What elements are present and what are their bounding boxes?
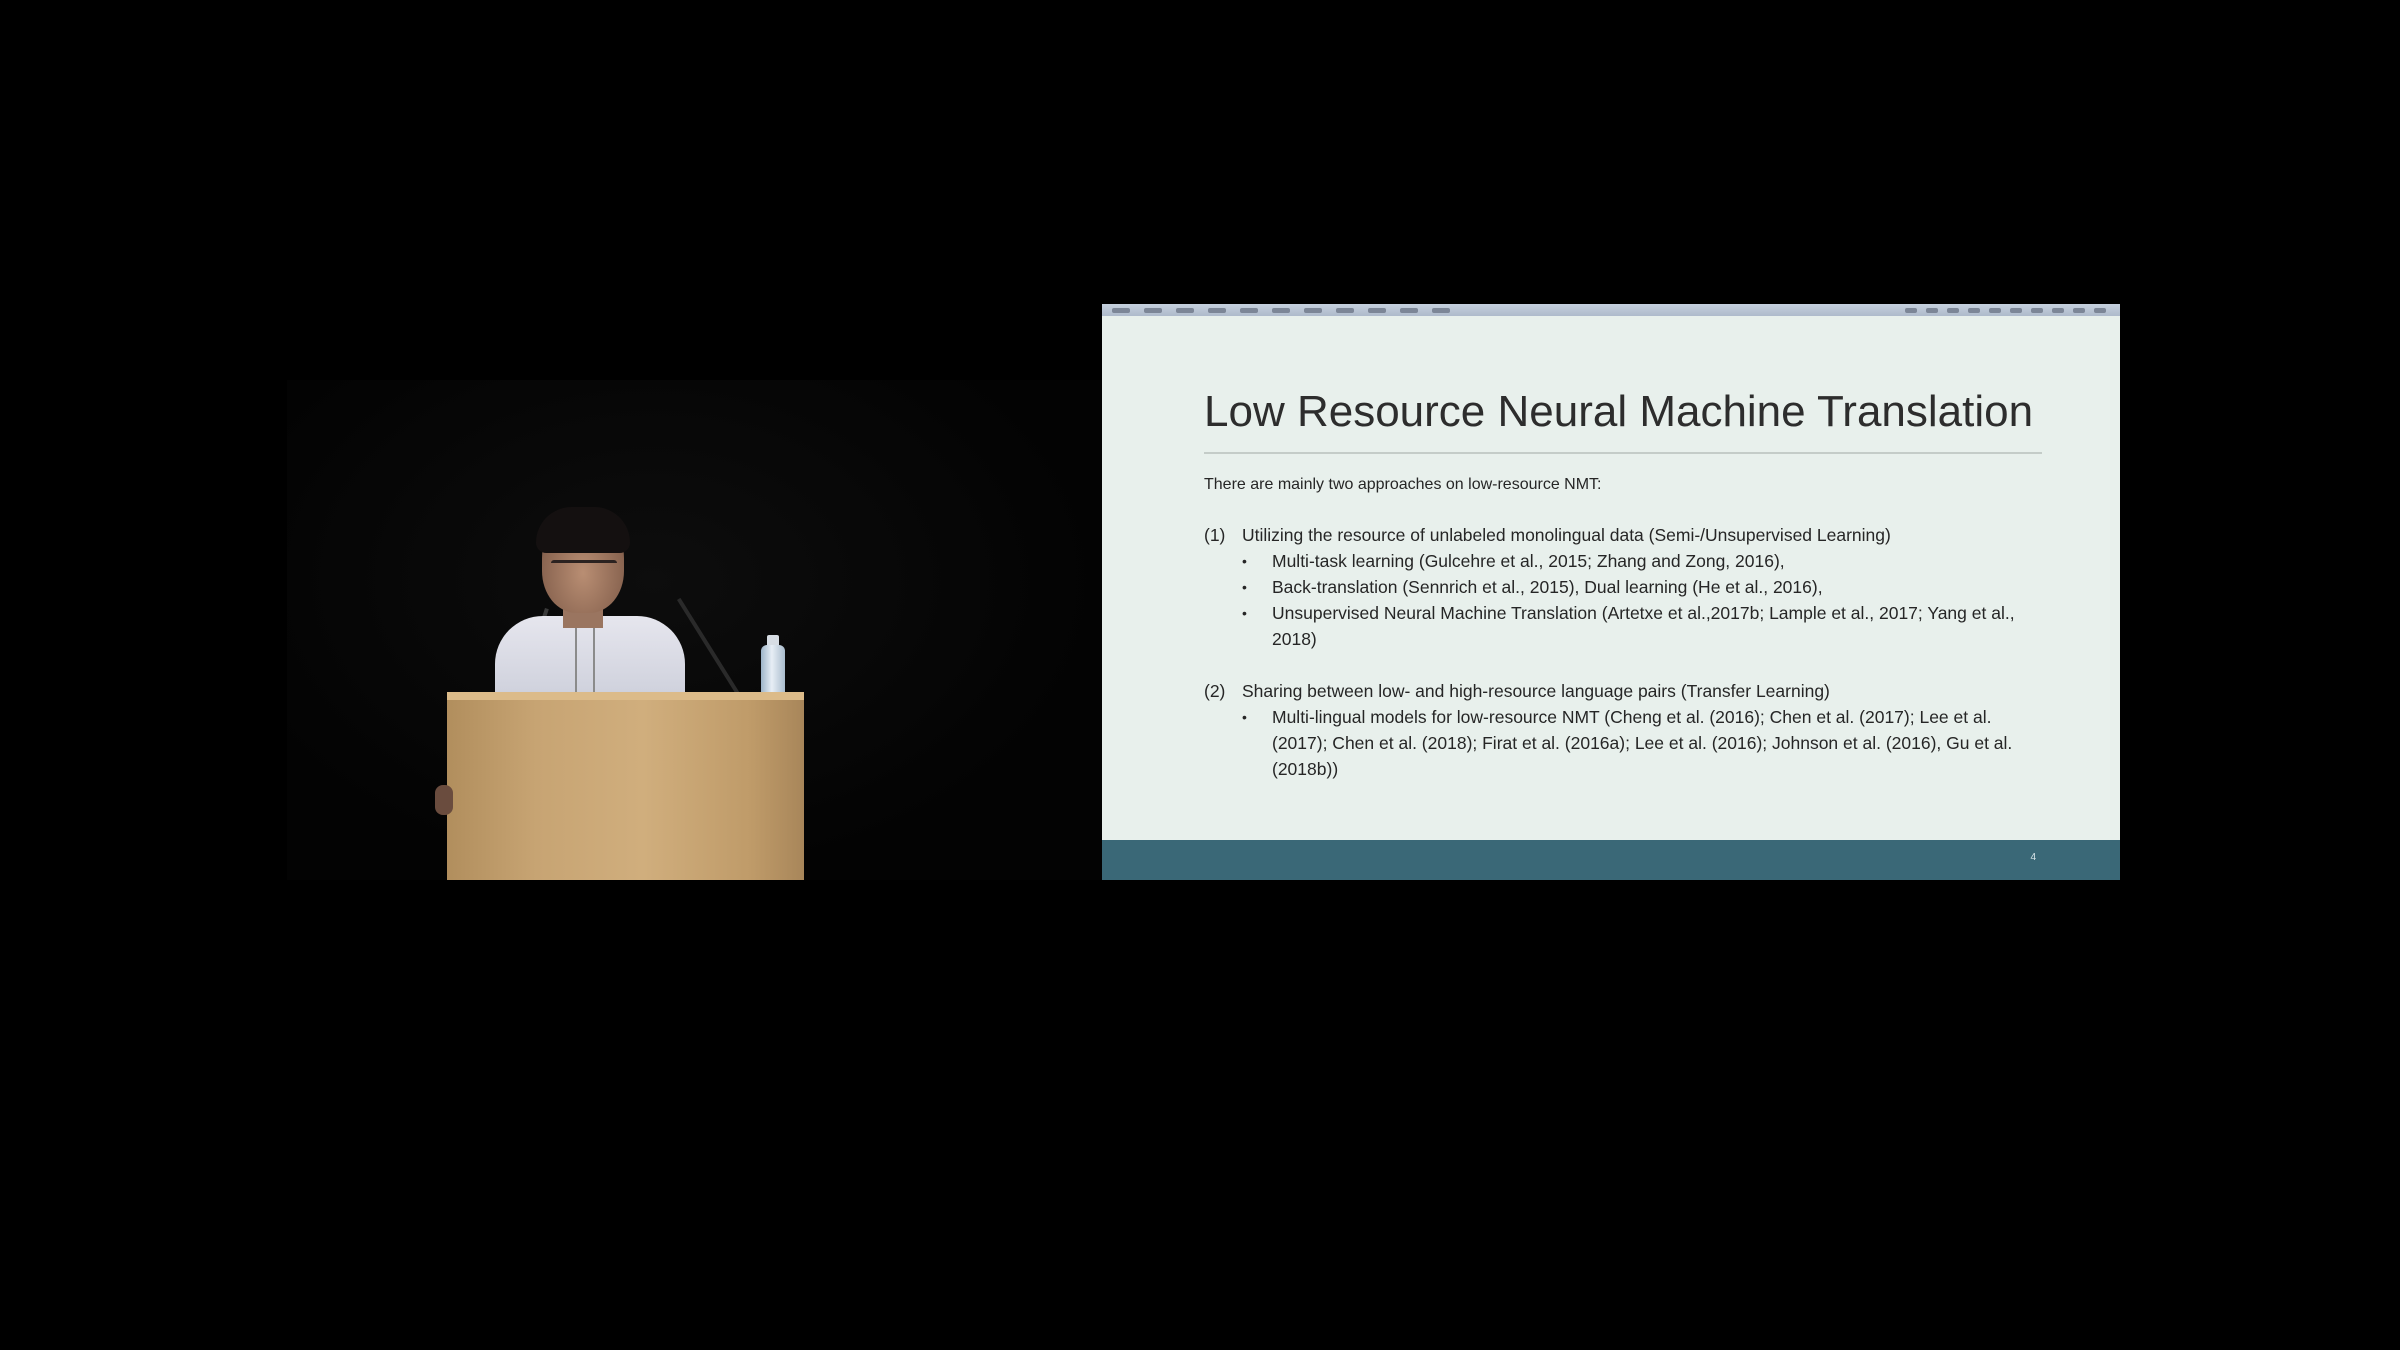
slide-body: There are mainly two approaches on low-r… — [1204, 472, 2034, 808]
video-frame: Low Resource Neural Machine Translation … — [0, 0, 2400, 1350]
section-heading: (2) Sharing between low- and high-resour… — [1204, 678, 2034, 704]
bullet-list: • Multi-lingual models for low-resource … — [1204, 704, 2034, 782]
bullet-icon: • — [1242, 579, 1247, 595]
slide-footer-bar: 4 — [1102, 840, 2120, 880]
status-icon[interactable] — [2010, 308, 2022, 313]
menu-item[interactable] — [1432, 308, 1450, 313]
status-icon[interactable] — [1968, 308, 1980, 313]
menu-item[interactable] — [1240, 308, 1258, 313]
app-menu-bar — [1102, 304, 2120, 316]
podium-top — [447, 692, 804, 700]
list-item: • Back-translation (Sennrich et al., 201… — [1204, 574, 2034, 600]
menu-item[interactable] — [1400, 308, 1418, 313]
list-item: • Multi-lingual models for low-resource … — [1204, 704, 2034, 782]
menu-item[interactable] — [1304, 308, 1322, 313]
section-heading-text: Sharing between low- and high-resource l… — [1242, 681, 1830, 701]
podium — [447, 692, 804, 880]
section-2: (2) Sharing between low- and high-resour… — [1204, 678, 2034, 782]
slide-intro: There are mainly two approaches on low-r… — [1204, 476, 1602, 493]
status-icon[interactable] — [1905, 308, 1917, 313]
speaker-hair — [536, 507, 630, 553]
menu-item[interactable] — [1144, 308, 1162, 313]
section-number: (2) — [1204, 681, 1226, 701]
presentation-slide: Low Resource Neural Machine Translation … — [1102, 304, 2120, 880]
list-item: • Unsupervised Neural Machine Translatio… — [1204, 600, 2034, 652]
title-divider — [1204, 452, 2042, 454]
menu-item[interactable] — [1336, 308, 1354, 313]
speaker-video — [287, 380, 1102, 880]
menu-item[interactable] — [1368, 308, 1386, 313]
section-number: (1) — [1204, 525, 1226, 545]
slide-title: Low Resource Neural Machine Translation — [1204, 387, 2034, 436]
bullet-text: Unsupervised Neural Machine Translation … — [1272, 603, 2015, 649]
status-icon[interactable] — [2073, 308, 2085, 313]
menu-items — [1112, 306, 1450, 313]
menu-item[interactable] — [1208, 308, 1226, 313]
status-icon[interactable] — [1947, 308, 1959, 313]
speaker-glasses — [551, 560, 617, 577]
section-heading-text: Utilizing the resource of unlabeled mono… — [1242, 525, 1891, 545]
speaker-hand — [435, 785, 453, 815]
section-1: (1) Utilizing the resource of unlabeled … — [1204, 522, 2034, 652]
bullet-icon: • — [1242, 709, 1247, 725]
bullet-text: Back-translation (Sennrich et al., 2015)… — [1272, 577, 1823, 597]
section-heading: (1) Utilizing the resource of unlabeled … — [1204, 522, 2034, 548]
bullet-icon: • — [1242, 605, 1247, 621]
menu-item[interactable] — [1272, 308, 1290, 313]
status-icon[interactable] — [2052, 308, 2064, 313]
speaker-lanyard — [575, 618, 595, 698]
bullet-text: Multi-lingual models for low-resource NM… — [1272, 707, 2013, 779]
bullet-text: Multi-task learning (Gulcehre et al., 20… — [1272, 551, 1785, 571]
status-icon[interactable] — [1989, 308, 2001, 313]
status-icon[interactable] — [2031, 308, 2043, 313]
slide-page-number: 4 — [2030, 852, 2036, 863]
list-item: • Multi-task learning (Gulcehre et al., … — [1204, 548, 2034, 574]
menu-item[interactable] — [1176, 308, 1194, 313]
status-icon[interactable] — [2094, 308, 2106, 313]
menu-item[interactable] — [1112, 308, 1130, 313]
status-icon[interactable] — [1926, 308, 1938, 313]
menu-status-items — [1905, 306, 2106, 313]
bullet-list: • Multi-task learning (Gulcehre et al., … — [1204, 548, 2034, 652]
bullet-icon: • — [1242, 553, 1247, 569]
